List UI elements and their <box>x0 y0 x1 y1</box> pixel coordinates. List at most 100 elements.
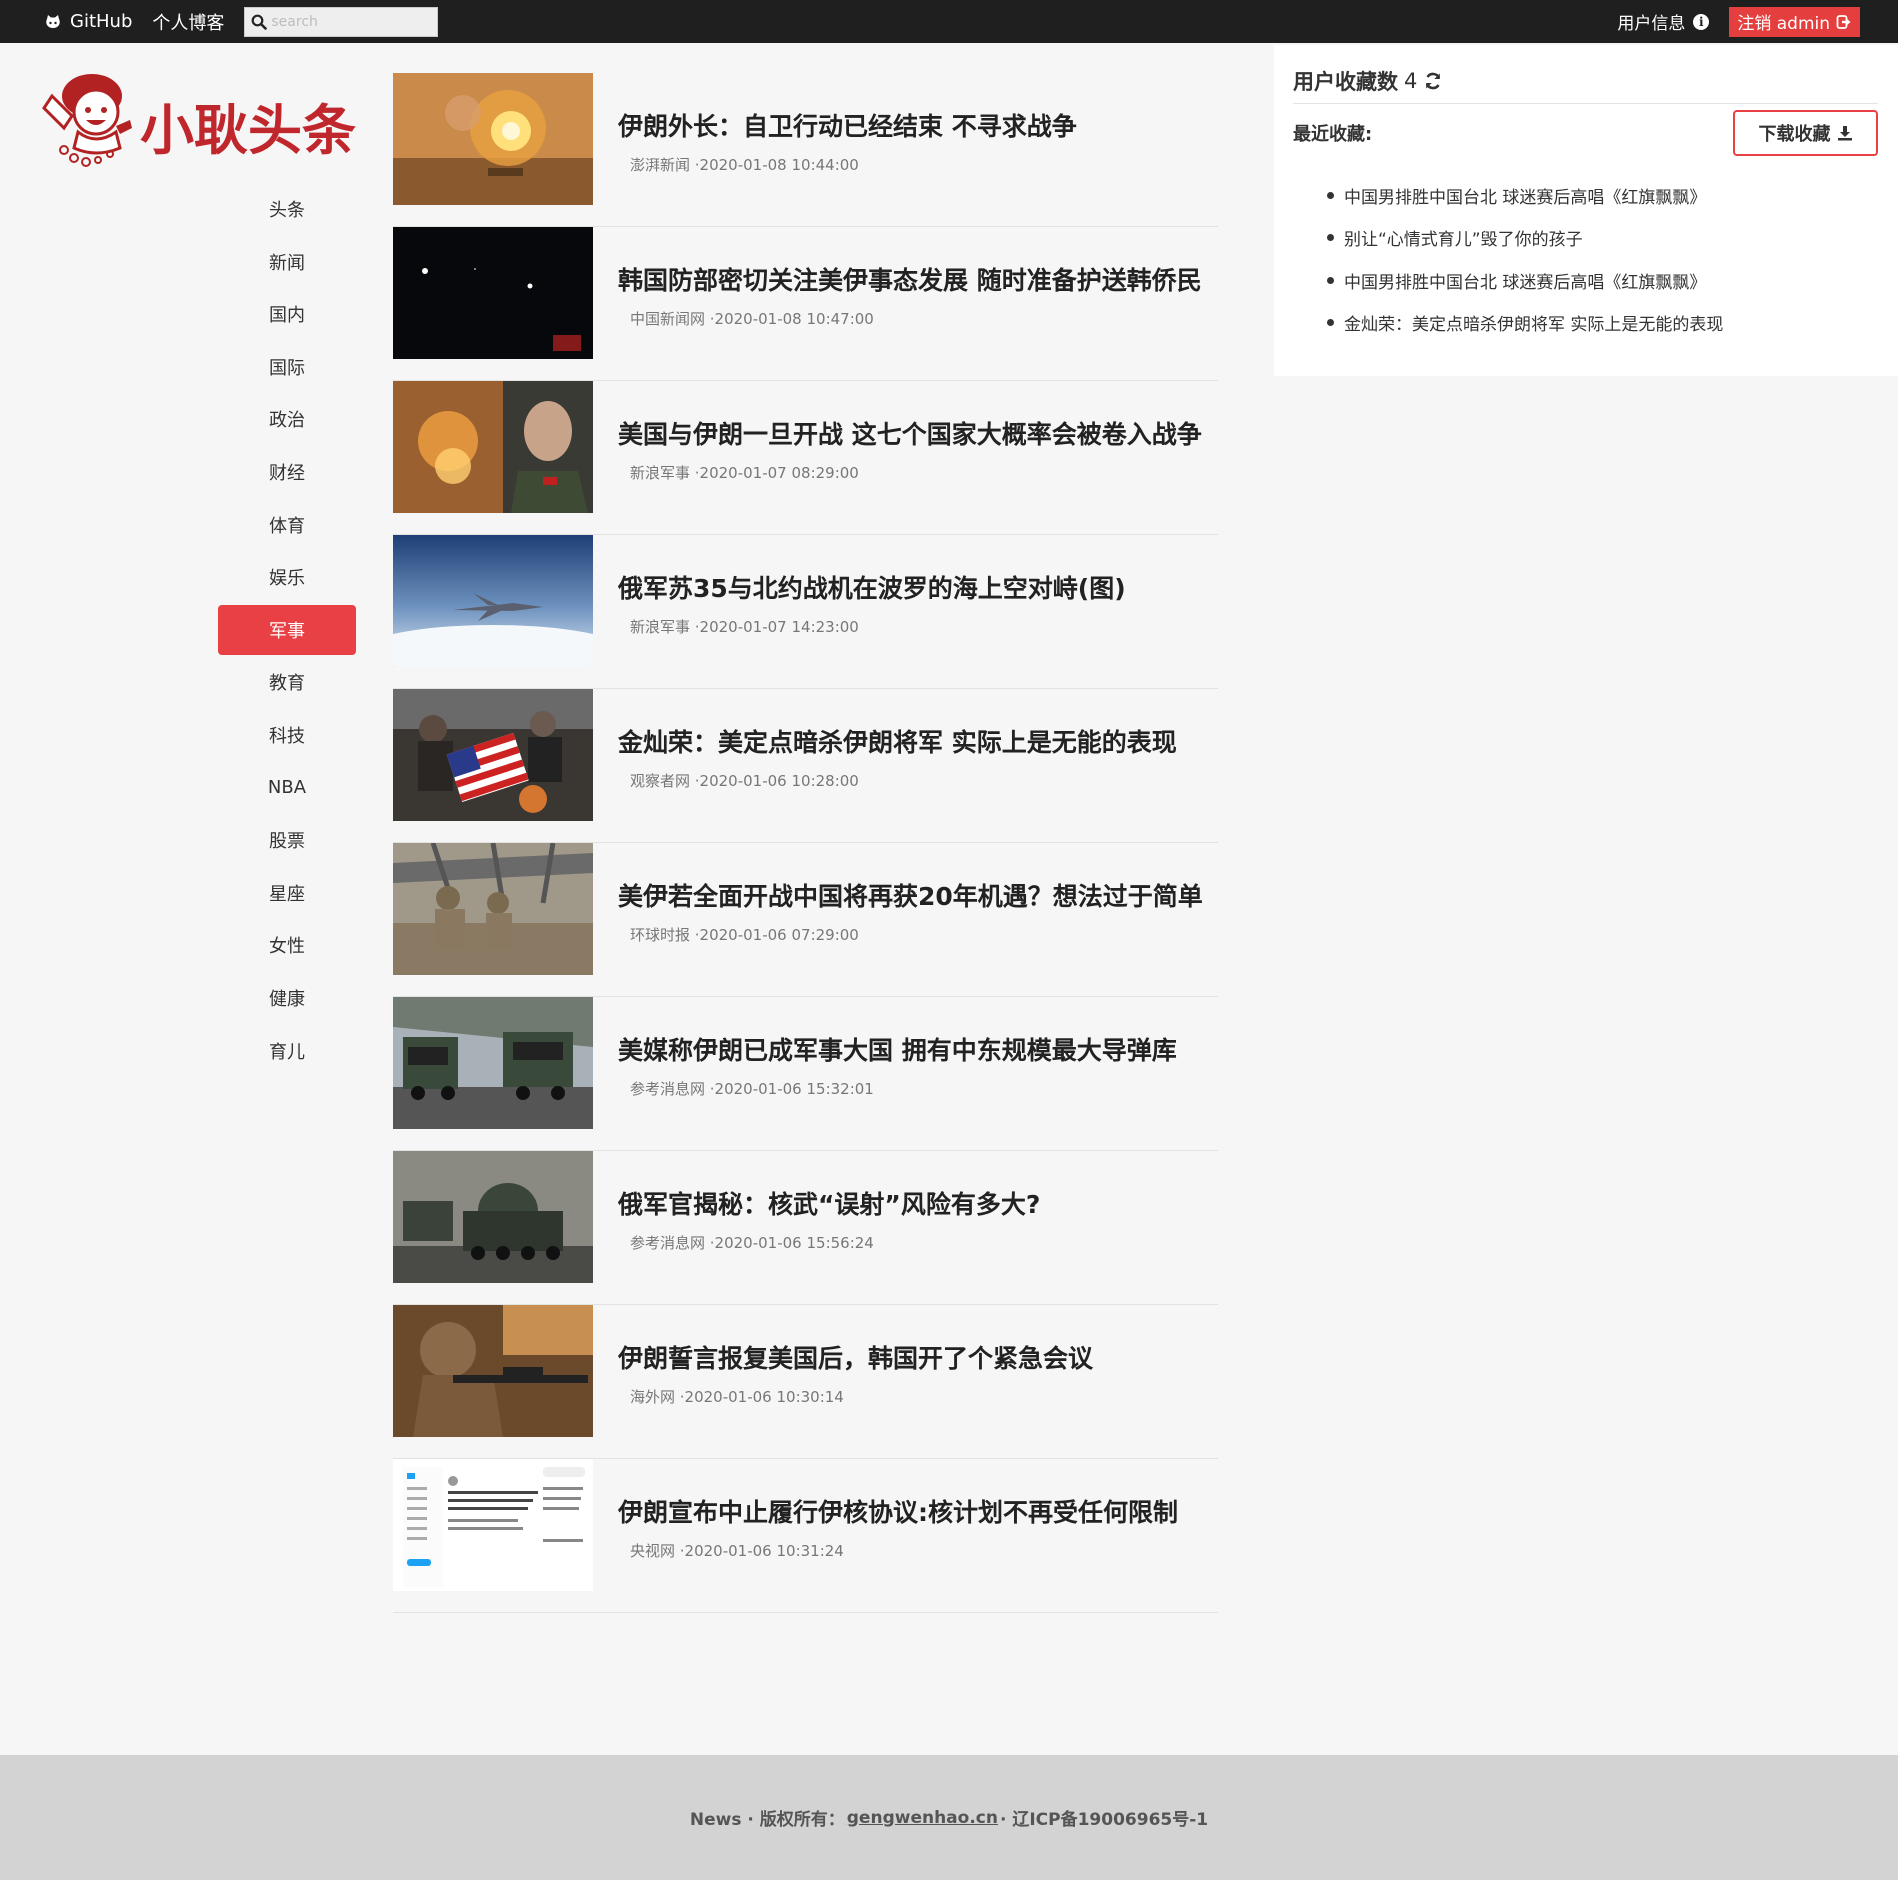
news-thumbnail[interactable] <box>393 73 593 205</box>
nav-item[interactable]: 头条 <box>218 184 356 234</box>
news-item[interactable]: 金灿荣：美定点暗杀伊朗将军 实际上是无能的表现观察者网 ·2020-01-06 … <box>393 689 1218 843</box>
download-favorites-button[interactable]: 下载收藏 <box>1733 110 1878 156</box>
news-source-time: 环球时报 ·2020-01-06 07:29:00 <box>630 926 859 944</box>
footer: News · 版权所有： gengwenhao.cn · 辽ICP备190069… <box>0 1755 1898 1880</box>
news-title[interactable]: 伊朗宣布中止履行伊核协议:核计划不再受任何限制 <box>618 1493 1178 1529</box>
news-title[interactable]: 伊朗誓言报复美国后，韩国开了个紧急会议 <box>618 1339 1093 1375</box>
download-label: 下载收藏 <box>1758 124 1831 145</box>
footer-domain-link[interactable]: gengwenhao.cn <box>847 1808 998 1828</box>
news-source-time: 新浪军事 ·2020-01-07 08:29:00 <box>630 464 859 482</box>
nav-item[interactable]: 新闻 <box>218 237 356 287</box>
fire-and-general-image <box>393 381 593 513</box>
news-title[interactable]: 美媒称伊朗已成军事大国 拥有中东规模最大导弹库 <box>618 1031 1177 1067</box>
favorite-item[interactable]: 中国男排胜中国台北 球迷赛后高唱《红旗飘飘》 <box>1327 174 1723 217</box>
nav-item[interactable]: 科技 <box>218 710 356 760</box>
news-thumbnail[interactable] <box>393 1151 593 1283</box>
news-thumbnail[interactable] <box>393 227 593 359</box>
news-title[interactable]: 美国与伊朗一旦开战 这七个国家大概率会被卷入战争 <box>618 415 1202 451</box>
sniper-image <box>393 1305 593 1437</box>
nav-item[interactable]: 女性 <box>218 920 356 970</box>
nav-item[interactable]: 政治 <box>218 394 356 444</box>
nav-item[interactable]: 星座 <box>218 868 356 918</box>
nav-item[interactable]: 股票 <box>218 815 356 865</box>
topbar-right: 用户信息 i 注销 admin <box>1617 0 1860 43</box>
news-source-time: 中国新闻网 ·2020-01-08 10:47:00 <box>630 310 874 328</box>
github-icon[interactable] <box>44 13 62 31</box>
info-icon: i <box>1693 13 1710 30</box>
missile-trucks-image <box>393 997 593 1129</box>
news-item[interactable]: 伊朗誓言报复美国后，韩国开了个紧急会议海外网 ·2020-01-06 10:30… <box>393 1305 1218 1459</box>
news-thumbnail[interactable] <box>393 689 593 821</box>
news-title[interactable]: 伊朗外长：自卫行动已经结束 不寻求战争 <box>618 107 1077 143</box>
news-source-time: 海外网 ·2020-01-06 10:30:14 <box>630 1388 844 1406</box>
news-title[interactable]: 金灿荣：美定点暗杀伊朗将军 实际上是无能的表现 <box>618 723 1177 759</box>
news-item[interactable]: 俄军官揭秘：核武“误射”风险有多大? 参考消息网 ·2020-01-06 15:5… <box>393 1151 1218 1305</box>
fighter-jet-image <box>393 535 593 667</box>
flag-protest-image <box>393 689 593 821</box>
favorites-panel: 用户收藏数 4 最近收藏: 下载收藏 中国男排胜中国台北 球迷赛后高唱《红旗飘飘… <box>1274 45 1898 376</box>
logo-text[interactable]: 小耿头条 <box>140 86 356 165</box>
news-item[interactable]: 韩国防部密切关注美伊事态发展 随时准备护送韩侨民中国新闻网 ·2020-01-0… <box>393 227 1218 381</box>
nav-item[interactable]: 财经 <box>218 447 356 497</box>
recent-favorites-label: 最近收藏: <box>1293 124 1373 145</box>
refresh-icon[interactable] <box>1423 71 1443 91</box>
nav-item[interactable]: 国际 <box>218 342 356 392</box>
news-title[interactable]: 俄军苏35与北约战机在波罗的海上空对峙(图) <box>618 569 1126 605</box>
news-thumbnail[interactable] <box>393 997 593 1129</box>
favorites-list: 中国男排胜中国台北 球迷赛后高唱《红旗飘飘》 别让“心情式育儿”毁了你的孩子 中国男… <box>1327 174 1723 344</box>
news-thumbnail[interactable] <box>393 843 593 975</box>
nav-item[interactable]: 军事 <box>218 604 356 655</box>
soldiers-bridge-image <box>393 843 593 975</box>
news-title[interactable]: 美伊若全面开战中国将再获20年机遇？想法过于简单 <box>618 877 1203 913</box>
nav-item[interactable]: 育儿 <box>218 1026 356 1076</box>
favorite-item[interactable]: 中国男排胜中国台北 球迷赛后高唱《红旗飘飘》 <box>1327 259 1723 302</box>
github-link[interactable]: GitHub <box>70 11 132 32</box>
news-source-time: 观察者网 ·2020-01-06 10:28:00 <box>630 772 859 790</box>
logout-label: 注销 admin <box>1737 14 1830 34</box>
twitter-screenshot-image <box>393 1459 593 1591</box>
news-item[interactable]: 伊朗宣布中止履行伊核协议:核计划不再受任何限制央视网 ·2020-01-06 1… <box>393 1459 1218 1613</box>
missile-convoy-image <box>393 1151 593 1283</box>
favorite-item[interactable]: 别让“心情式育儿”毁了你的孩子 <box>1327 217 1723 260</box>
favorite-item[interactable]: 金灿荣：美定点暗杀伊朗将军 实际上是无能的表现 <box>1327 302 1723 345</box>
top-navbar: GitHub 个人博客 用户信息 i 注销 admin <box>0 0 1898 43</box>
favorites-title: 用户收藏数 <box>1293 70 1398 94</box>
night-sky-image <box>393 227 593 359</box>
news-item[interactable]: 美媒称伊朗已成军事大国 拥有中东规模最大导弹库 参考消息网 ·2020-01-06… <box>393 997 1218 1151</box>
nav-item[interactable]: 健康 <box>218 973 356 1023</box>
news-thumbnail[interactable] <box>393 1305 593 1437</box>
search-input[interactable] <box>271 13 432 30</box>
news-source-time: 澎湃新闻 ·2020-01-08 10:44:00 <box>630 156 859 174</box>
explosion-image <box>393 73 593 205</box>
nav-item[interactable]: 娱乐 <box>218 552 356 602</box>
news-item[interactable]: 美国与伊朗一旦开战 这七个国家大概率会被卷入战争新浪军事 ·2020-01-07… <box>393 381 1218 535</box>
topbar-left: GitHub 个人博客 <box>44 0 439 43</box>
news-source-time: 央视网 ·2020-01-06 10:31:24 <box>630 1542 844 1560</box>
news-source-time: 参考消息网 ·2020-01-06 15:56:24 <box>630 1234 874 1252</box>
news-item[interactable]: 美伊若全面开战中国将再获20年机遇？想法过于简单环球时报 ·2020-01-06… <box>393 843 1218 997</box>
news-item[interactable]: 伊朗外长：自卫行动已经结束 不寻求战争澎湃新闻 ·2020-01-08 10:4… <box>393 73 1218 227</box>
search-icon <box>251 14 268 30</box>
user-info-label: 用户信息 <box>1617 14 1686 34</box>
news-title[interactable]: 韩国防部密切关注美伊事态发展 随时准备护送韩侨民 <box>618 261 1202 297</box>
search-box[interactable] <box>244 6 439 37</box>
nav-item[interactable]: 国内 <box>218 289 356 339</box>
category-nav: 头条 新闻 国内 国际 政治 财经 体育 娱乐 军事 教育 科技 NBA 股票 星座 女性 健康 育儿 <box>218 184 356 1078</box>
news-thumbnail[interactable] <box>393 1459 593 1591</box>
nav-item[interactable]: 教育 <box>218 657 356 707</box>
logout-button[interactable]: 注销 admin <box>1729 6 1860 37</box>
news-list: 伊朗外长：自卫行动已经结束 不寻求战争澎湃新闻 ·2020-01-08 10:4… <box>393 73 1218 1613</box>
user-info-link[interactable]: 用户信息 i <box>1617 9 1710 34</box>
nav-item[interactable]: 体育 <box>218 500 356 550</box>
favorites-header: 用户收藏数 4 <box>1293 59 1878 104</box>
news-title[interactable]: 俄军官揭秘：核武“误射”风险有多大? <box>618 1185 1040 1221</box>
news-thumbnail[interactable] <box>393 381 593 513</box>
news-item[interactable]: 俄军苏35与北约战机在波罗的海上空对峙(图) 新浪军事 ·2020-01-07 1… <box>393 535 1218 689</box>
blog-link[interactable]: 个人博客 <box>152 9 224 35</box>
download-icon <box>1837 126 1852 141</box>
sign-out-icon <box>1836 14 1851 29</box>
news-source-time: 新浪军事 ·2020-01-07 14:23:00 <box>630 618 859 636</box>
news-thumbnail[interactable] <box>393 535 593 667</box>
nav-item[interactable]: NBA <box>218 763 356 813</box>
footer-suffix: · 辽ICP备19006965号-1 <box>999 1810 1209 1830</box>
